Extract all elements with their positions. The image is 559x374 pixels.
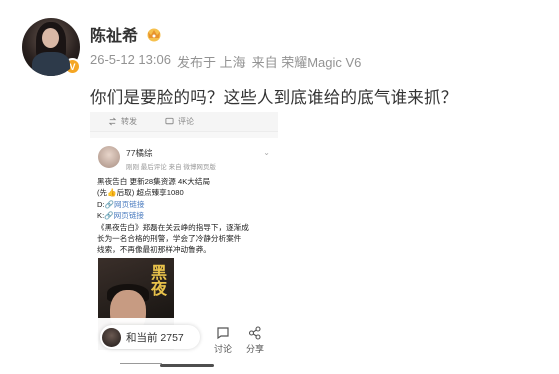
post-source: 来自 荣耀Magic V6 [251, 55, 362, 70]
poster-title: 黑夜 [148, 264, 165, 296]
link-prefix: D: [97, 199, 105, 209]
repost-label: 转发 [121, 117, 137, 126]
screenshot-topbar: 转发 评论 [90, 112, 278, 132]
repost-icon [108, 117, 117, 126]
screenshot-line: 线索，不再像最初那样冲动鲁莽。 [97, 245, 211, 255]
screenshot-user-name: 77橘综 [126, 148, 153, 158]
screenshot-link-line: K:🔗网页链接 [97, 210, 273, 221]
post-text: 你们是要脸的吗？这些人到底谁给的底气谁来抓？ [90, 89, 458, 107]
screenshot-user-sub: 刚刚 最后评论 来自 微博网页版 [126, 164, 216, 171]
divider [120, 363, 162, 364]
author-row: 陈祉希 [90, 22, 164, 46]
web-link: 🔗网页链接 [104, 199, 145, 209]
share-icon [248, 326, 261, 340]
discuss-icon [217, 327, 229, 340]
chevron-down-icon: ⌄ [263, 148, 270, 157]
embedded-screenshot[interactable]: 转发 评论 77橘综 刚刚 最后评论 来自 微博网页版 ⌄ 黑夜告白 更新28集… [90, 112, 278, 374]
web-link: 🔗网页链接 [104, 211, 145, 221]
comment-icon [165, 117, 174, 125]
post-location: 发布于 上海 [176, 55, 246, 70]
post-meta: 26-5-12 13:06 发布于 上海 来自 荣耀Magic V6 [90, 52, 367, 71]
share-button: 分享 [240, 326, 270, 355]
post-date[interactable]: 26-5-12 13:06 [90, 52, 171, 71]
home-indicator [160, 364, 214, 367]
screenshot-line: 黑夜告白 更新28集资源 4K大结局 [97, 177, 211, 186]
screenshot-line: 《黑夜告白》郑磊在关云峥的指导下，逐渐成 [97, 222, 249, 232]
comment-label: 评论 [178, 117, 194, 126]
current-viewers-pill: 和当前 2757 [100, 325, 200, 349]
screenshot-line: (先👍后取) 超点臻享1080 [97, 188, 184, 198]
pill-avatar [102, 327, 121, 347]
screenshot-user-row: 77橘综 刚刚 最后评论 来自 微博网页版 [98, 146, 216, 171]
author-name[interactable]: 陈祉希 [90, 22, 138, 46]
crown-icon [147, 28, 161, 42]
weibo-post: V 陈祉希 26-5-12 13:06 发布于 上海 来自 荣耀Magic V6… [0, 0, 559, 374]
screenshot-body: 黑夜告白 更新28集资源 4K大结局 (先👍后取) 超点臻享1080 D:🔗网页… [97, 176, 273, 256]
screenshot-user-avatar [98, 146, 120, 168]
screenshot-bottom-bar: 和当前 2757 讨论 分享 [90, 318, 278, 374]
screenshot-line: 长为一名合格的刑警，学会了冷静分析案件 [97, 234, 242, 244]
discuss-label: 讨论 [213, 344, 232, 354]
viewers-count: 和当前 2757 [126, 331, 184, 344]
share-label: 分享 [245, 344, 264, 354]
discuss-button: 讨论 [208, 326, 238, 355]
screenshot-link-line: D:🔗网页链接 [97, 199, 273, 210]
avatar[interactable]: V [22, 18, 81, 76]
